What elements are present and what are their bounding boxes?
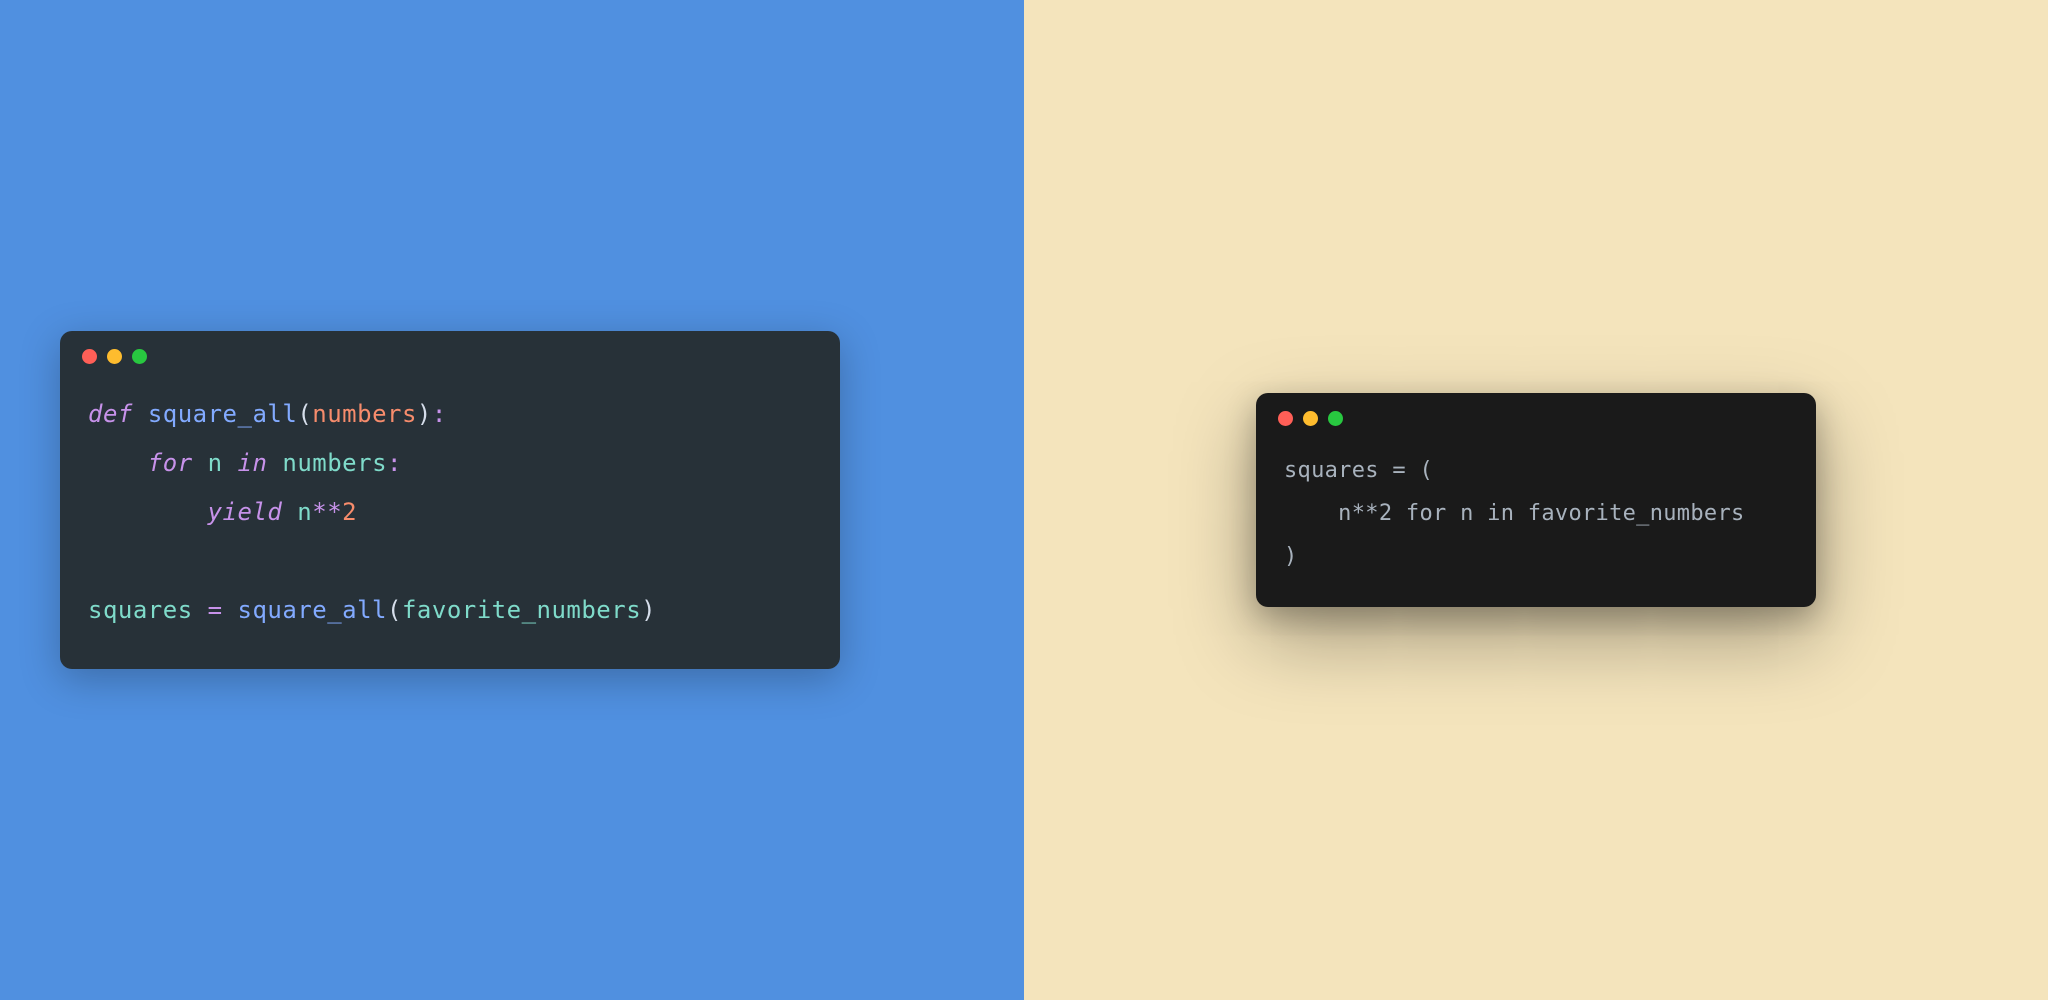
- minimize-icon[interactable]: [107, 349, 122, 364]
- token-lhs: squares: [88, 596, 193, 624]
- token-colon: :: [432, 400, 447, 428]
- panel-right: squares = ( n**2 for n in favorite_numbe…: [1024, 0, 2048, 1000]
- token-op: **: [312, 498, 342, 526]
- panel-left: def square_all(numbers): for n in number…: [0, 0, 1024, 1000]
- token-space: [193, 449, 208, 477]
- token-space: [223, 449, 238, 477]
- maximize-icon[interactable]: [1328, 411, 1343, 426]
- token-lparen: (: [387, 596, 402, 624]
- token-space: [133, 400, 148, 428]
- token-space: [223, 596, 238, 624]
- token-param: numbers: [312, 400, 417, 428]
- code-window-left: def square_all(numbers): for n in number…: [60, 331, 840, 670]
- code-line: squares = (: [1284, 458, 1433, 483]
- token-funccall: square_all: [238, 596, 388, 624]
- token-colon: :: [387, 449, 402, 477]
- token-for: for: [148, 449, 193, 477]
- close-icon[interactable]: [1278, 411, 1293, 426]
- minimize-icon[interactable]: [1303, 411, 1318, 426]
- token-def: def: [88, 400, 133, 428]
- token-space: [193, 596, 208, 624]
- token-var-n: n: [208, 449, 223, 477]
- code-body-left: def square_all(numbers): for n in number…: [60, 372, 840, 670]
- code-body-right: squares = ( n**2 for n in favorite_numbe…: [1256, 434, 1816, 607]
- code-line: n**2 for n in favorite_numbers: [1284, 501, 1745, 526]
- token-iter: numbers: [282, 449, 387, 477]
- maximize-icon[interactable]: [132, 349, 147, 364]
- token-yield: yield: [208, 498, 283, 526]
- token-arg: favorite_numbers: [402, 596, 641, 624]
- token-num: 2: [342, 498, 357, 526]
- window-titlebar-left: [60, 331, 840, 372]
- split-view: def square_all(numbers): for n in number…: [0, 0, 2048, 1000]
- code-line: ): [1284, 544, 1298, 569]
- token-lparen: (: [297, 400, 312, 428]
- token-indent: [88, 449, 148, 477]
- token-rparen: ): [417, 400, 432, 428]
- token-space: [267, 449, 282, 477]
- token-eq: =: [208, 596, 223, 624]
- token-funcname: square_all: [148, 400, 298, 428]
- token-rparen: ): [641, 596, 656, 624]
- token-var-n: n: [297, 498, 312, 526]
- window-titlebar-right: [1256, 393, 1816, 434]
- code-window-right: squares = ( n**2 for n in favorite_numbe…: [1256, 393, 1816, 607]
- close-icon[interactable]: [82, 349, 97, 364]
- token-indent: [88, 498, 208, 526]
- token-space: [282, 498, 297, 526]
- token-in: in: [238, 449, 268, 477]
